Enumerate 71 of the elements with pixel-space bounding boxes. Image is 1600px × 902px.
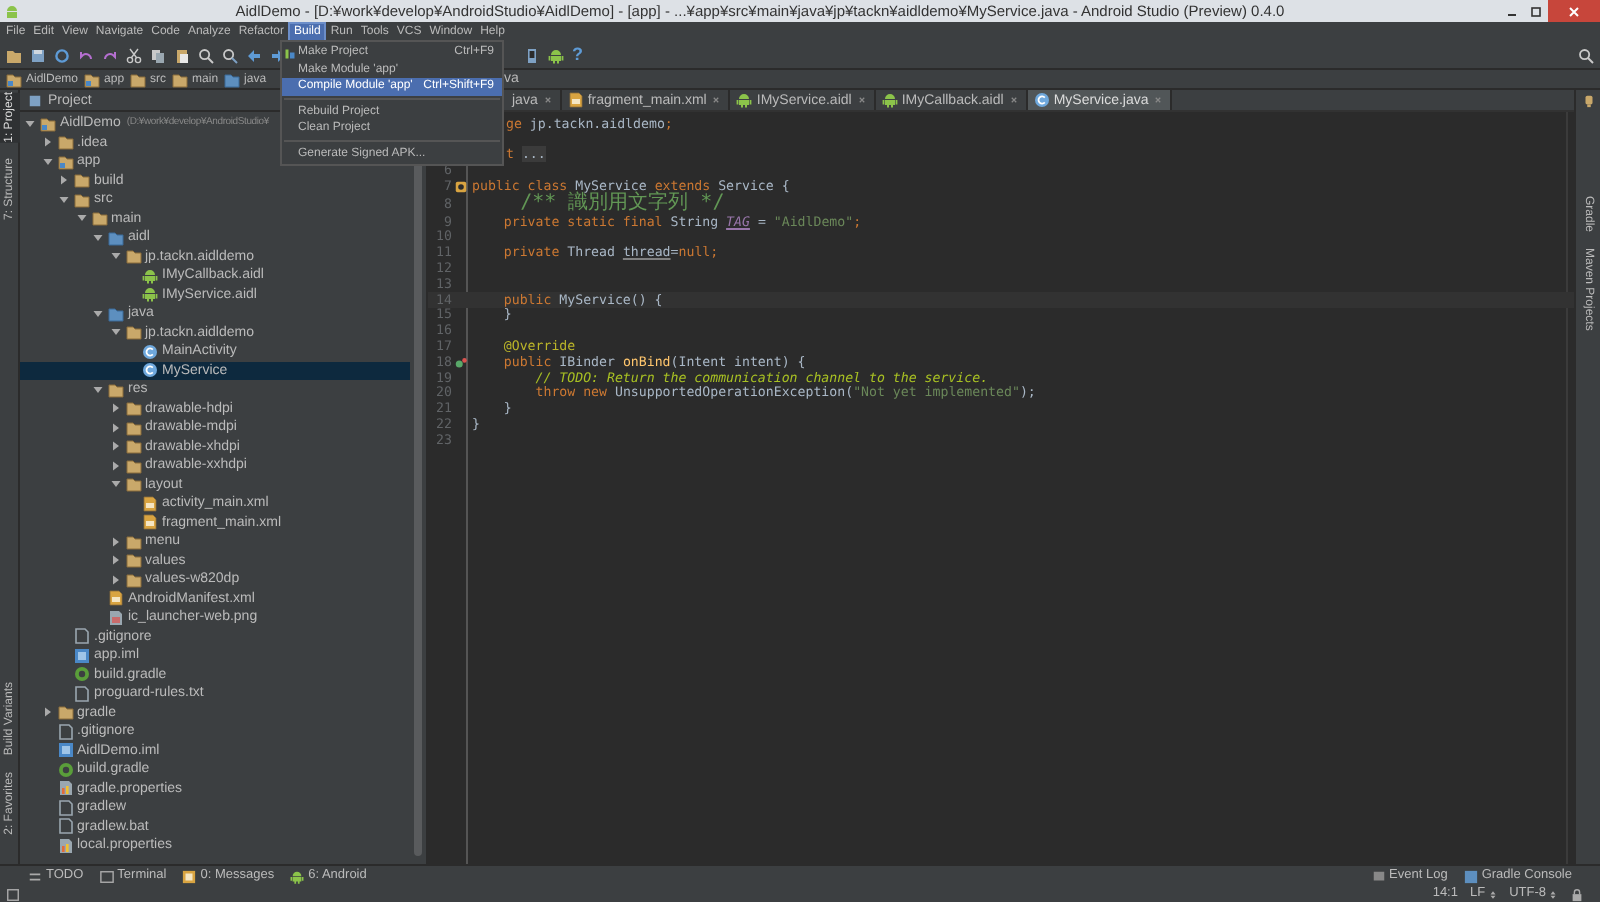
expand-arrow-icon bbox=[109, 478, 121, 491]
gradle-file-icon bbox=[57, 761, 73, 778]
source-folder-icon bbox=[108, 229, 124, 246]
collapse-arrow-icon bbox=[41, 706, 53, 719]
collapse-arrow-icon bbox=[58, 174, 70, 187]
todo-icon bbox=[28, 869, 42, 883]
notification-icon[interactable] bbox=[1581, 94, 1595, 108]
copy-icon[interactable] bbox=[150, 47, 166, 63]
file-icon bbox=[57, 723, 73, 740]
build-icon bbox=[284, 48, 296, 60]
expand-arrow-icon bbox=[24, 117, 36, 130]
console-icon bbox=[1463, 869, 1478, 883]
close-icon[interactable] bbox=[1007, 94, 1020, 106]
device-icon[interactable] bbox=[524, 47, 540, 63]
close-button[interactable] bbox=[1548, 0, 1600, 22]
close-icon[interactable] bbox=[710, 94, 723, 106]
class-icon bbox=[1033, 92, 1050, 108]
messages-icon bbox=[182, 869, 197, 883]
lock-icon[interactable] bbox=[1570, 887, 1584, 901]
android-icon bbox=[881, 92, 898, 108]
expand-arrow-icon bbox=[41, 155, 53, 168]
expand-arrow-icon bbox=[92, 383, 104, 396]
module-folder-icon bbox=[6, 71, 22, 87]
module-folder-icon bbox=[84, 71, 101, 87]
maximize-icon[interactable] bbox=[1528, 3, 1544, 19]
override-marker-icon[interactable] bbox=[454, 179, 468, 194]
close-icon bbox=[1566, 3, 1582, 19]
folder-icon bbox=[125, 324, 141, 341]
replace-icon[interactable] bbox=[222, 47, 238, 63]
up-down-arrows-icon bbox=[1487, 889, 1498, 899]
undo-icon[interactable] bbox=[78, 47, 94, 63]
android-icon[interactable] bbox=[548, 47, 564, 63]
xml-file-icon bbox=[567, 92, 584, 108]
help-button[interactable]: ? bbox=[572, 46, 583, 64]
project-icon bbox=[28, 93, 42, 107]
implements-marker-icon[interactable] bbox=[454, 355, 468, 370]
properties-file-icon bbox=[57, 837, 73, 854]
folder-icon bbox=[57, 134, 73, 151]
properties-file-icon bbox=[57, 780, 73, 797]
search-icon[interactable] bbox=[198, 47, 214, 63]
terminal-icon bbox=[99, 869, 114, 883]
module-folder-icon bbox=[40, 115, 56, 132]
module-file-icon bbox=[74, 647, 90, 664]
folder-icon bbox=[125, 248, 141, 265]
up-down-arrows-icon bbox=[1548, 889, 1558, 899]
gradle-file-icon bbox=[74, 666, 90, 683]
file-icon bbox=[74, 628, 90, 645]
folder-icon bbox=[57, 704, 73, 721]
cut-icon[interactable] bbox=[126, 47, 142, 63]
redo-icon[interactable] bbox=[102, 47, 118, 63]
back-arrow-icon[interactable] bbox=[246, 47, 262, 63]
collapse-arrow-icon bbox=[41, 136, 53, 149]
save-icon[interactable] bbox=[30, 47, 46, 63]
event-log-icon bbox=[1371, 869, 1386, 883]
close-icon[interactable] bbox=[855, 94, 868, 106]
image-file-icon bbox=[108, 609, 124, 626]
open-folder-icon[interactable] bbox=[6, 47, 22, 63]
search-icon[interactable] bbox=[1578, 47, 1594, 63]
code-line: /** 識別用文字列 */ bbox=[519, 193, 725, 214]
file-icon bbox=[74, 685, 90, 702]
module-file-icon bbox=[57, 742, 73, 759]
paste-icon[interactable] bbox=[174, 47, 190, 63]
close-icon[interactable] bbox=[541, 94, 554, 106]
sync-icon[interactable] bbox=[54, 47, 70, 63]
source-folder-icon bbox=[108, 305, 124, 322]
app-logo-icon bbox=[4, 3, 20, 19]
android-icon bbox=[736, 92, 753, 108]
xml-file-icon bbox=[108, 590, 124, 607]
tool-windows-toggle-icon[interactable] bbox=[6, 887, 20, 901]
module-folder-icon bbox=[57, 153, 73, 170]
android-icon bbox=[290, 869, 305, 883]
